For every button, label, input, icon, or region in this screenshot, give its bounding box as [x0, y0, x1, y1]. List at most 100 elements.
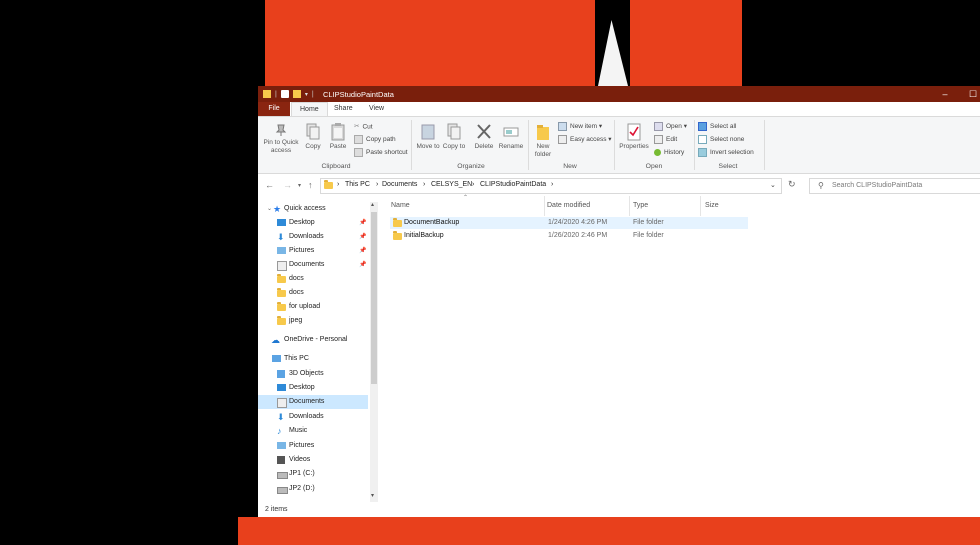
delete-button[interactable]: Delete [471, 123, 497, 151]
chevron-down-icon: ⌄ [267, 206, 273, 212]
sidebar-item-downloads[interactable]: ⬇ Downloads 📌 [258, 230, 368, 244]
column-header-name[interactable]: Name [391, 202, 410, 209]
music-icon: ♪ [277, 426, 282, 436]
copy-icon [306, 123, 320, 141]
open-icon [654, 122, 663, 131]
search-box[interactable]: ⚲ Search CLIPStudioPaintData [809, 178, 980, 194]
rename-button[interactable]: Rename [498, 123, 524, 151]
address-dropdown-icon[interactable]: ⌄ [770, 181, 776, 189]
quick-access-toolbar: | ▾ | [263, 89, 314, 99]
move-to-button[interactable]: Move to [416, 123, 440, 151]
scrollbar-thumb[interactable] [371, 212, 377, 384]
tab-view[interactable]: View [361, 102, 392, 116]
paste-button[interactable]: Paste [327, 123, 349, 151]
sidebar-item-docs[interactable]: docs [258, 286, 368, 300]
cloud-icon: ☁ [271, 335, 280, 345]
copy-path-button[interactable]: Copy path [354, 135, 396, 145]
new-folder-icon[interactable] [292, 90, 301, 98]
scroll-down-icon[interactable]: ▾ [371, 492, 374, 499]
select-none-button[interactable]: Select none [698, 135, 744, 145]
background-art-right [630, 0, 742, 86]
back-arrow-icon[interactable]: ← [265, 180, 274, 190]
tab-home[interactable]: Home [291, 102, 328, 116]
invert-selection-button[interactable]: Invert selection [698, 148, 754, 158]
list-item-documentbackup[interactable]: DocumentBackup 1/24/2020 4:26 PM File fo… [390, 217, 748, 229]
sidebar-item-desktop[interactable]: Desktop [258, 381, 368, 395]
column-divider [629, 196, 630, 216]
sidebar-item-jpeg[interactable]: jpeg [258, 314, 368, 328]
maximize-button[interactable]: ☐ [960, 86, 980, 102]
up-arrow-icon[interactable]: ↑ [308, 180, 313, 190]
sidebar-item-pictures[interactable]: Pictures [258, 439, 368, 453]
copy-to-button[interactable]: Copy to [442, 123, 466, 151]
search-input[interactable]: Search CLIPStudioPaintData [832, 182, 922, 189]
new-item-button[interactable]: New item ▾ [558, 122, 602, 132]
breadcrumb-documents[interactable]: Documents [382, 181, 417, 188]
sidebar-item-documents-selected[interactable]: Documents [258, 395, 368, 409]
open-button[interactable]: Open ▾ [654, 122, 687, 132]
column-divider [700, 196, 701, 216]
pictures-icon [277, 442, 286, 449]
sidebar-item-documents[interactable]: Documents 📌 [258, 258, 368, 272]
title-bar: | ▾ | CLIPStudioPaintData – ☐ [258, 86, 980, 102]
sidebar-item-videos[interactable]: Videos [258, 453, 368, 467]
easy-access-button[interactable]: Easy access ▾ [558, 135, 612, 145]
sidebar-item-pictures[interactable]: Pictures 📌 [258, 244, 368, 258]
sidebar-item-desktop[interactable]: Desktop 📌 [258, 216, 368, 230]
sidebar-item-music[interactable]: ♪ Music [258, 424, 368, 438]
ribbon-separator [764, 120, 765, 170]
forward-arrow-icon[interactable]: → [283, 180, 292, 190]
search-icon: ⚲ [818, 181, 824, 190]
sidebar-item-3d-objects[interactable]: 3D Objects [258, 367, 368, 381]
sidebar-item-docs[interactable]: docs [258, 272, 368, 286]
paste-shortcut-button[interactable]: Paste shortcut [354, 148, 408, 158]
column-header-size[interactable]: Size [705, 202, 719, 209]
breadcrumb-this-pc[interactable]: This PC [345, 181, 370, 188]
folder-icon [277, 316, 286, 325]
folder-icon [324, 180, 333, 189]
new-folder-button[interactable]: New folder [530, 123, 556, 159]
move-to-icon [421, 123, 435, 141]
refresh-icon[interactable]: ↻ [788, 179, 796, 190]
paste-shortcut-icon [354, 148, 363, 157]
column-header-type[interactable]: Type [633, 202, 648, 209]
tab-share[interactable]: Share [326, 102, 361, 116]
properties-button[interactable]: Properties [617, 123, 651, 151]
sidebar-item-jp1-drive[interactable]: JP1 (C:) [258, 467, 368, 481]
history-icon [654, 148, 661, 156]
breadcrumb-celsys-en[interactable]: CELSYS_EN [431, 181, 472, 188]
breadcrumb-separator: › [472, 181, 475, 188]
breadcrumb-clipstudiopaintdata[interactable]: CLIPStudioPaintData [480, 181, 546, 188]
sidebar-item-quick-access[interactable]: ⌄ ★ Quick access [258, 202, 368, 216]
sidebar-item-for-upload[interactable]: for upload [258, 300, 368, 314]
pin-icon: 📌 [359, 220, 367, 226]
sidebar-item-jp2-drive[interactable]: JP2 (D:) [258, 482, 368, 496]
address-bar[interactable]: › This PC › Documents › CELSYS_EN › CLIP… [320, 178, 782, 194]
history-button[interactable]: History [654, 148, 684, 158]
sidebar-item-onedrive[interactable]: ☁ OneDrive - Personal [258, 333, 368, 347]
pin-to-quick-access-button[interactable]: Pin to Quick access [261, 123, 301, 155]
file-date: 1/24/2020 4:26 PM [548, 219, 608, 226]
properties-icon[interactable] [280, 90, 289, 98]
minimize-button[interactable]: – [932, 86, 958, 102]
tab-file[interactable]: File [258, 102, 290, 116]
column-header-date-modified[interactable]: Date modified [547, 202, 590, 209]
computer-icon [272, 355, 281, 362]
navigation-pane-scrollbar[interactable]: ▴ ▾ [370, 202, 378, 502]
scroll-up-icon[interactable]: ▴ [371, 201, 374, 208]
customize-toolbar-icon[interactable]: ▾ [305, 91, 308, 98]
star-icon: ★ [273, 204, 282, 214]
cut-button[interactable]: ✂ Cut [354, 122, 373, 132]
copy-button[interactable]: Copy [302, 123, 324, 151]
sidebar-item-this-pc[interactable]: This PC [258, 352, 368, 366]
documents-icon [277, 261, 287, 271]
folder-icon [277, 288, 286, 297]
list-item-initialbackup[interactable]: InitialBackup 1/26/2020 2:46 PM File fol… [390, 230, 748, 242]
desktop-icon [277, 219, 286, 226]
file-explorer-window: | ▾ | CLIPStudioPaintData – ☐ File Home … [258, 86, 980, 517]
select-all-button[interactable]: Select all [698, 122, 736, 132]
recent-locations-icon[interactable]: ▾ [298, 182, 301, 189]
edit-button[interactable]: Edit [654, 135, 677, 145]
file-list: ⌃ Name Date modified Type Size DocumentB… [378, 195, 980, 506]
sidebar-item-downloads[interactable]: ⬇ Downloads [258, 410, 368, 424]
